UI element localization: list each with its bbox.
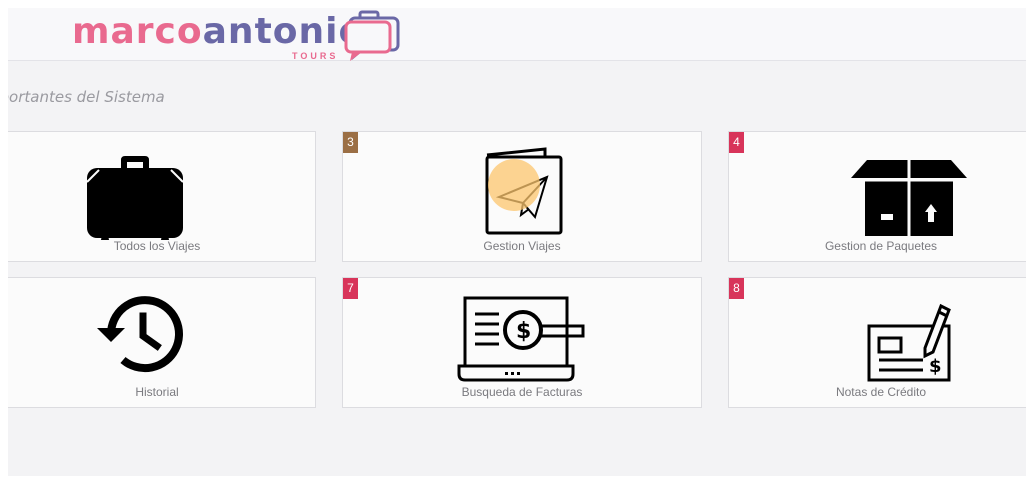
card-todos-los-viajes[interactable]: Todos los Viajes bbox=[8, 131, 316, 262]
brand-logo[interactable]: marcoantonio TOURS bbox=[72, 10, 412, 62]
card-notas-de-credito[interactable]: 8 $ Notas de Crédito bbox=[728, 277, 1026, 408]
card-badge: 7 bbox=[343, 278, 358, 299]
logo-text-marco: marco bbox=[72, 11, 203, 52]
svg-text:$: $ bbox=[929, 356, 942, 377]
card-badge: 8 bbox=[729, 278, 744, 299]
app-window: marcoantonio TOURS nportantes del Sistem… bbox=[8, 8, 1026, 476]
check-pen-icon: $ bbox=[867, 303, 951, 382]
logo-wordmark: marcoantonio bbox=[72, 10, 364, 54]
card-label: Gestion de Paquetes bbox=[824, 239, 938, 253]
history-clock-icon bbox=[97, 296, 183, 373]
card-busqueda-de-facturas[interactable]: 7 $ Busqueda de Facturas bbox=[342, 277, 702, 408]
package-box-icon bbox=[851, 160, 967, 236]
suitcase-icon bbox=[86, 156, 184, 240]
card-badge: 4 bbox=[729, 132, 744, 153]
card-label: Busqueda de Facturas bbox=[461, 385, 583, 399]
section-title: nportantes del Sistema bbox=[8, 88, 165, 106]
suitcase-chat-logo-icon bbox=[344, 10, 400, 61]
card-label: Todos los Viajes bbox=[113, 239, 201, 253]
card-label: Notas de Crédito bbox=[835, 385, 927, 399]
card-badge: 3 bbox=[343, 132, 358, 153]
card-gestion-de-paquetes[interactable]: 4 Gestion de Paquetes bbox=[728, 131, 1026, 262]
logo-text-antonio: antonio bbox=[202, 11, 365, 52]
card-gestion-viajes[interactable]: 3 Gestion Viajes bbox=[342, 131, 702, 262]
card-label: Gestion Viajes bbox=[483, 239, 561, 253]
card-historial[interactable]: Historial bbox=[8, 277, 316, 408]
svg-text:$: $ bbox=[516, 319, 531, 344]
logo-subtitle: TOURS bbox=[292, 51, 339, 61]
invoice-search-laptop-icon: $ bbox=[457, 296, 585, 382]
paper-plane-card-icon bbox=[485, 147, 563, 235]
top-header: marcoantonio TOURS bbox=[8, 8, 1026, 61]
card-label: Historial bbox=[135, 385, 179, 399]
